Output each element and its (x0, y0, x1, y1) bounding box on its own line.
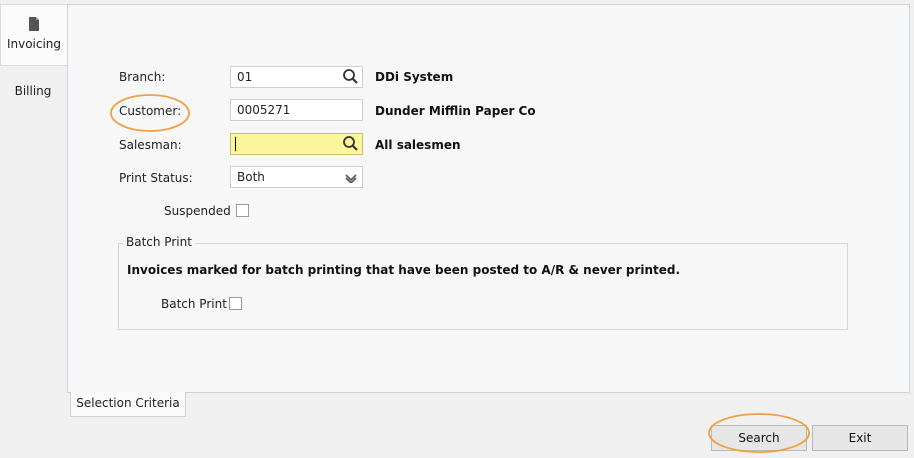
selection-criteria-panel (67, 4, 910, 394)
branch-label: Branch: (119, 70, 166, 84)
exit-button[interactable]: Exit (812, 425, 908, 451)
sidebar-tab-billing[interactable]: Billing (0, 84, 66, 98)
salesman-search-icon[interactable] (341, 134, 361, 154)
batch-print-group (118, 243, 848, 330)
customer-highlight-ellipse (108, 92, 192, 134)
customer-description: Dunder Mifflin Paper Co (375, 104, 536, 118)
branch-search-icon[interactable] (341, 67, 361, 87)
batch-print-checkbox[interactable] (229, 297, 242, 310)
batch-print-description: Invoices marked for batch printing that … (127, 263, 681, 277)
tab-selection-criteria[interactable]: Selection Criteria (70, 392, 186, 417)
search-highlight-ellipse (705, 411, 813, 455)
suspended-checkbox[interactable] (236, 204, 249, 217)
batch-print-checkbox-label: Batch Print (161, 297, 227, 311)
sidebar-tab-label: Invoicing (6, 37, 62, 51)
salesman-label: Salesman: (119, 138, 182, 152)
salesman-description: All salesmen (375, 138, 461, 152)
branch-description: DDi System (375, 70, 454, 84)
sidebar-tab-invoicing[interactable]: Invoicing (0, 4, 67, 66)
print-status-select[interactable]: Both (230, 166, 363, 188)
chevron-down-icon[interactable] (345, 172, 357, 185)
customer-input[interactable]: 0005271 (230, 99, 363, 121)
batch-print-legend: Batch Print (123, 235, 195, 249)
document-icon (1, 17, 67, 31)
sidebar-tab-label: Billing (14, 84, 52, 98)
suspended-label: Suspended (164, 204, 231, 218)
print-status-label: Print Status: (119, 171, 193, 185)
text-cursor (235, 137, 236, 151)
